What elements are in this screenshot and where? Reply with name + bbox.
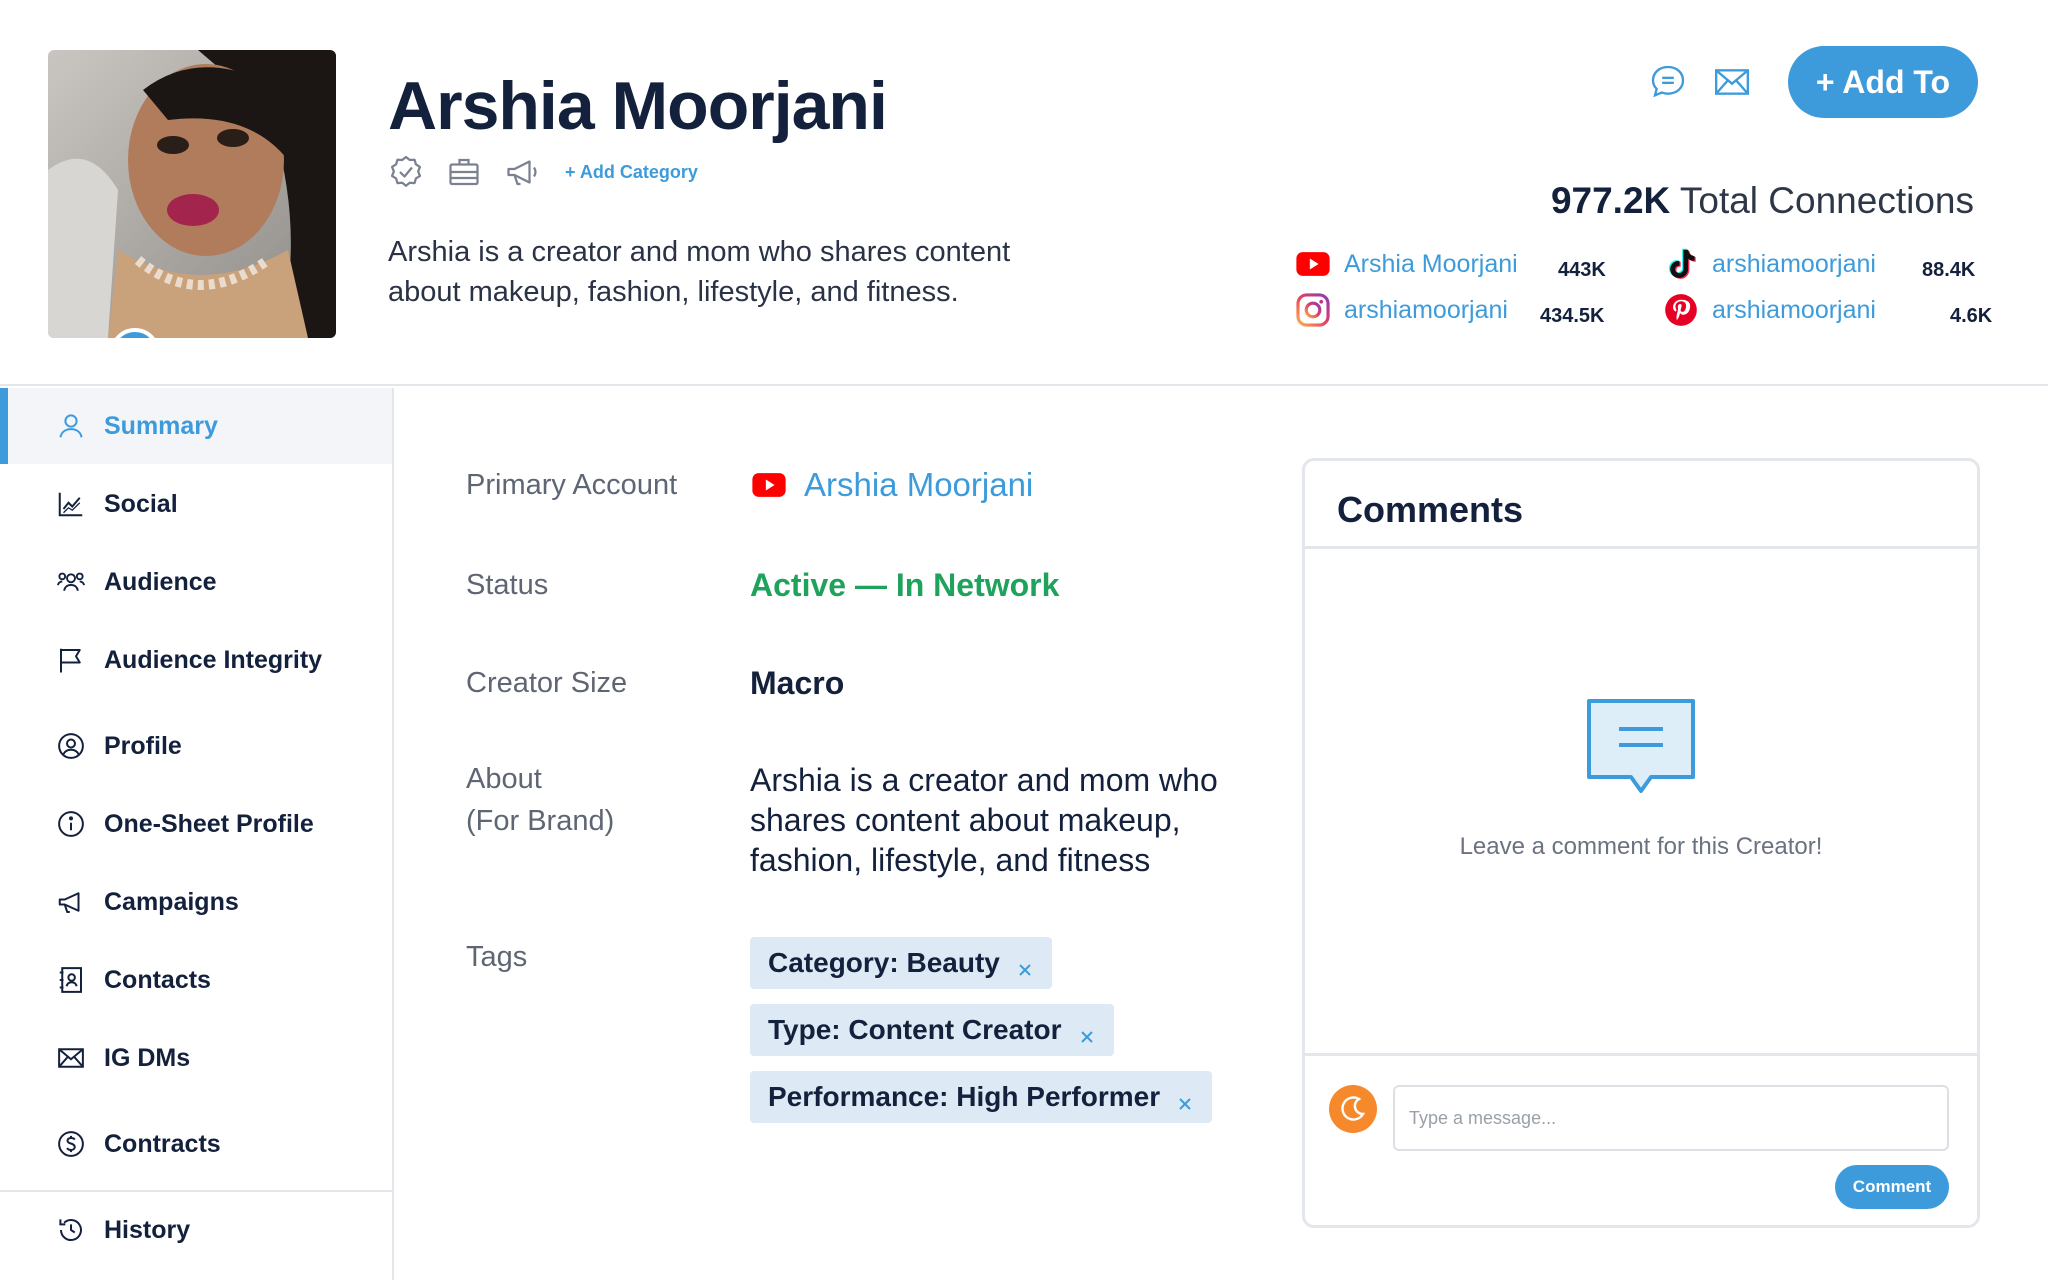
creator-name: Arshia Moorjani	[388, 68, 888, 144]
sidebar-item-profile[interactable]: Profile	[0, 708, 392, 784]
megaphone-icon[interactable]	[504, 154, 540, 190]
sidebar-item-label: Audience	[104, 567, 217, 596]
total-connections-label: Total Connections	[1679, 180, 1974, 221]
primary-account-label: Primary Account	[466, 469, 678, 501]
about-label-line1: About	[466, 763, 542, 795]
social-count-pinterest: 4.6K	[1950, 304, 1993, 327]
current-user-avatar	[1329, 1085, 1377, 1133]
about-label: About (For Brand)	[466, 758, 614, 842]
social-count-instagram: 434.5K	[1540, 304, 1605, 327]
social-account-pinterest: arshiamoorjani	[1662, 290, 1876, 330]
sidebar-item-social[interactable]: Social	[0, 466, 392, 542]
remove-tag-icon[interactable]	[1176, 1088, 1194, 1110]
comments-header-divider	[1305, 546, 1977, 549]
sidebar-item-label: Audience Integrity	[104, 645, 323, 674]
add-to-button[interactable]: + Add To	[1788, 46, 1978, 118]
sidebar-item-one-sheet-profile[interactable]: One-Sheet Profile	[0, 786, 392, 862]
sidebar-item-history[interactable]: History	[0, 1192, 392, 1268]
social-handle-instagram[interactable]: arshiamoorjani	[1344, 296, 1508, 325]
sidebar-nav: Summary Social Audience Audience Integri…	[0, 388, 394, 1280]
creator-header: C Arshia Moorjani + Add Category Arshi	[0, 0, 2048, 386]
youtube-icon	[1294, 245, 1332, 283]
status-value: Active — In Network	[750, 567, 1060, 603]
primary-account-link[interactable]: Arshia Moorjani	[804, 464, 1033, 506]
remove-tag-icon[interactable]	[1016, 954, 1034, 976]
creator-size-label: Creator Size	[466, 667, 628, 699]
sidebar-item-label: Profile	[104, 731, 182, 760]
sidebar-item-contacts[interactable]: Contacts	[0, 942, 392, 1018]
chat-bubble-icon[interactable]	[1648, 62, 1688, 102]
dollar-circle-icon	[56, 1129, 86, 1159]
sidebar-item-label: Contracts	[104, 1129, 221, 1158]
flag-icon	[56, 645, 86, 675]
sidebar-item-ig-dms[interactable]: IG DMs	[0, 1020, 392, 1096]
youtube-icon	[750, 466, 788, 504]
social-account-instagram: arshiamoorjani	[1294, 290, 1508, 330]
remove-tag-icon[interactable]	[1078, 1021, 1096, 1043]
tag-label: Category: Beauty	[768, 947, 1000, 978]
creator-photo: C	[48, 50, 336, 338]
sidebar-item-label: History	[104, 1215, 191, 1244]
category-icons	[388, 154, 540, 190]
sidebar-item-audience-integrity[interactable]: Audience Integrity	[0, 622, 392, 698]
tag-label: Performance: High Performer	[768, 1081, 1161, 1112]
social-handle-tiktok[interactable]: arshiamoorjani	[1712, 250, 1876, 279]
envelope-icon[interactable]	[1712, 62, 1752, 102]
sidebar-item-label: IG DMs	[104, 1043, 191, 1072]
add-category-link[interactable]: + Add Category	[565, 162, 698, 183]
tag-chip: Performance: High Performer	[750, 1071, 1213, 1123]
primary-account-value: Arshia Moorjani	[750, 464, 1033, 506]
tag-label: Type: Content Creator	[768, 1014, 1062, 1045]
social-account-youtube: Arshia Moorjani	[1294, 244, 1518, 284]
total-connections: 977.2K Total Connections	[1551, 180, 1974, 222]
comments-empty-text: Leave a comment for this Creator!	[1459, 833, 1823, 860]
sidebar-item-label: Contacts	[104, 965, 211, 994]
social-handle-youtube[interactable]: Arshia Moorjani	[1344, 250, 1518, 279]
comment-empty-icon	[1585, 697, 1697, 801]
comment-submit-button[interactable]: Comment	[1835, 1165, 1949, 1209]
sidebar-item-audience[interactable]: Audience	[0, 544, 392, 620]
envelope-icon	[56, 1043, 86, 1073]
pinterest-icon	[1662, 291, 1700, 329]
comment-message-input[interactable]	[1393, 1085, 1949, 1151]
comments-panel: Comments Leave a comment for this Creato…	[1302, 458, 1980, 1228]
briefcase-icon[interactable]	[446, 154, 482, 190]
comments-title: Comments	[1337, 489, 1524, 530]
tag-chip: Category: Beauty	[750, 937, 1052, 989]
total-connections-value: 977.2K	[1550, 180, 1671, 221]
info-icon	[56, 809, 86, 839]
sidebar-item-summary[interactable]: Summary	[0, 388, 392, 464]
status-label: Status	[466, 569, 549, 601]
social-account-tiktok: arshiamoorjani	[1662, 244, 1876, 284]
sidebar-item-label: Social	[104, 489, 178, 518]
sidebar-item-label: Summary	[104, 411, 218, 440]
verified-badge-icon[interactable]	[388, 154, 424, 190]
sidebar-item-campaigns[interactable]: Campaigns	[0, 864, 392, 940]
contacts-book-icon	[56, 965, 86, 995]
user-circle-icon	[56, 731, 86, 761]
creator-bio: Arshia is a creator and mom who shares c…	[388, 236, 1011, 308]
tags-label: Tags	[466, 941, 528, 973]
user-icon	[56, 411, 86, 441]
sidebar-item-label: Campaigns	[104, 887, 239, 916]
chart-line-icon	[56, 489, 86, 519]
social-handle-pinterest[interactable]: arshiamoorjani	[1712, 296, 1876, 325]
header-actions: + Add To	[1648, 46, 1978, 118]
instagram-icon	[1294, 291, 1332, 329]
users-icon	[56, 567, 86, 597]
megaphone-icon	[56, 887, 86, 917]
sidebar-item-contracts[interactable]: Contracts	[0, 1106, 392, 1182]
tag-chip: Type: Content Creator	[750, 1004, 1114, 1056]
social-count-tiktok: 88.4K	[1922, 258, 1976, 281]
tiktok-icon	[1662, 245, 1700, 283]
comments-footer-divider	[1305, 1053, 1977, 1056]
creator-size-value: Macro	[750, 665, 845, 701]
about-value: Arshia is a creator and mom who shares c…	[750, 762, 1218, 878]
sidebar-item-label: One-Sheet Profile	[104, 809, 314, 838]
about-label-line2: (For Brand)	[466, 805, 615, 837]
history-icon	[56, 1215, 86, 1245]
social-count-youtube: 443K	[1558, 258, 1606, 281]
